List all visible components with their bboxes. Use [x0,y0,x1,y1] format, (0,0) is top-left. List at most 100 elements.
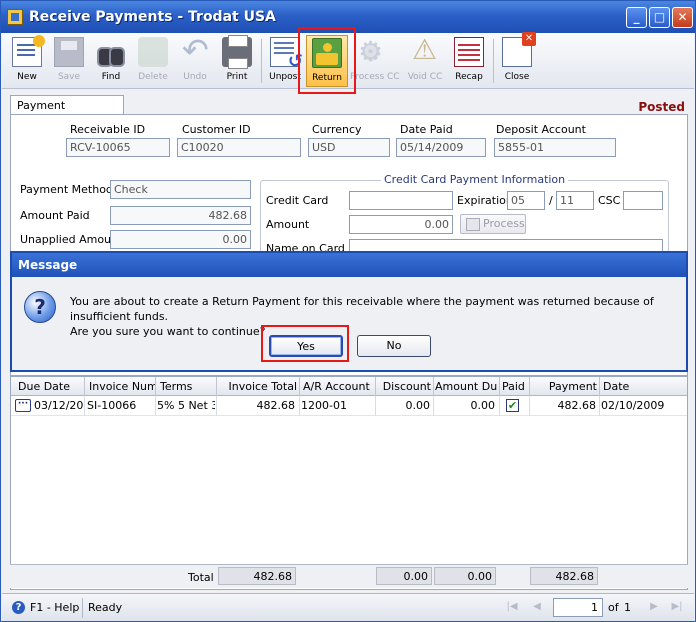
customer-id-label: Customer ID [182,123,251,136]
csc-field[interactable] [623,191,663,210]
row-grid-line [433,396,434,416]
undo-arrow-icon [180,31,210,69]
unapplied-amount-field[interactable]: 0.00 [110,230,251,249]
prev-page-icon[interactable]: ◀ [530,600,544,614]
expiration-separator: / [549,194,553,207]
credit-card-field[interactable] [349,191,453,210]
currency-label: Currency [312,123,362,136]
receivable-id-label: Receivable ID [70,123,146,136]
date-paid-field[interactable]: 05/14/2009 [396,138,486,157]
row-grid-line [299,396,300,416]
status-badge: Posted [638,100,685,114]
expiration-month-field[interactable]: 05 [507,191,545,210]
paid-checkbox[interactable]: ✔ [506,399,519,412]
col-ar-account[interactable]: A/R Account [303,380,373,393]
toolbar-separator [261,39,262,83]
col-paid[interactable]: Paid [502,380,526,393]
print-button[interactable]: Print [216,35,258,87]
row-grid-line [529,396,530,416]
message-dialog: Message ? You are about to create a Retu… [10,251,688,372]
col-separator [375,377,376,396]
new-document-icon [12,35,45,67]
cell-amount-due: 0.00 [470,399,496,412]
printer-icon [222,35,252,69]
last-page-icon[interactable]: ▶| [670,600,684,614]
close-window-button[interactable]: ✕ [672,7,693,28]
payment-method-field[interactable]: Check [110,180,251,199]
of-label: of [608,601,619,614]
receive-payments-window: Receive Payments - Trodat USA _ □ ✕ New … [0,0,696,622]
row-grid-line [216,396,217,416]
row-grid-line [375,396,376,416]
col-due-date[interactable]: Due Date [18,380,82,393]
customer-id-field[interactable]: C10020 [177,138,301,157]
cell-date: 02/10/2009 [601,399,665,412]
csc-label: CSC [598,194,621,207]
receivable-id-field[interactable]: RCV-10065 [66,138,170,157]
table-row[interactable]: ··· 03/12/200 SI-10066 5% 5 Net 3( 482.6… [11,396,687,416]
undo-button[interactable]: Undo [174,31,216,87]
grid-header: Due Date Invoice Numb Terms Invoice Tota… [11,377,687,396]
total-payment: 482.68 [530,567,598,585]
dialog-title[interactable]: Message [12,253,686,277]
save-button[interactable]: Save [48,35,90,87]
dialog-message-line1: You are about to create a Return Payment… [70,295,654,323]
maximize-button[interactable]: □ [649,7,670,28]
highlight-return-button [298,27,356,94]
currency-field[interactable]: USD [308,138,390,157]
deposit-account-field[interactable]: 5855-01 [494,138,616,157]
void-cc-warning-icon [410,33,440,67]
totals-row: Total 482.68 0.00 0.00 482.68 [10,564,688,588]
next-page-icon[interactable]: ▶ [647,600,661,614]
no-button[interactable]: No [357,335,431,357]
date-paid-label: Date Paid [400,123,453,136]
cc-amount-field[interactable]: 0.00 [349,215,453,234]
page-number-input[interactable]: 1 [553,598,603,617]
tab-payment-information[interactable]: Payment Information [10,95,124,125]
highlight-yes-button [261,325,349,362]
cell-discount: 0.00 [405,399,431,412]
total-discount: 0.00 [376,567,432,585]
cell-payment: 482.68 [557,399,597,412]
credit-card-group-title: Credit Card Payment Information [381,173,569,186]
col-terms[interactable]: Terms [160,380,214,393]
process-button[interactable]: Process [460,214,526,234]
recap-button[interactable]: Recap [448,35,490,87]
page-count: 1 [624,601,631,614]
cell-ar-account: 1200-01 [301,399,347,412]
total-label: Total [188,571,214,584]
col-date[interactable]: Date [603,380,673,393]
cell-due-date: 03/12/200 [34,399,84,412]
col-invoice-total[interactable]: Invoice Total [221,380,297,393]
help-text[interactable]: F1 - Help [30,601,79,614]
recap-report-icon [454,37,484,67]
col-discount[interactable]: Discount [377,380,431,393]
process-cc-button[interactable]: Process CC [350,35,400,87]
process-cc-gear-icon [356,35,386,68]
total-amount-due: 0.00 [434,567,496,585]
amount-paid-field[interactable]: 482.68 [110,206,251,225]
help-icon[interactable]: ? [12,601,25,614]
col-separator [499,377,500,396]
close-button[interactable]: Close [496,32,538,87]
minimize-button[interactable]: _ [626,7,647,28]
delete-button[interactable]: Delete [132,35,174,87]
window-title: Receive Payments - Trodat USA [29,9,276,25]
cell-invoice-number: SI-10066 [87,399,137,412]
col-invoice-number[interactable]: Invoice Numb [89,380,155,393]
new-button[interactable]: New [6,35,48,87]
expiration-label: Expiration [457,194,513,207]
amount-paid-label: Amount Paid [20,209,90,222]
col-payment[interactable]: Payment [531,380,597,393]
save-disk-icon [54,37,84,67]
status-bar: ? F1 - Help Ready |◀ ◀ 1 of 1 ▶ ▶| [2,593,694,621]
void-cc-button[interactable]: Void CC [404,33,446,87]
row-detail-button[interactable]: ··· [15,399,31,412]
first-page-icon[interactable]: |◀ [505,600,519,614]
col-separator [216,377,217,396]
cc-amount-label: Amount [266,218,310,231]
find-button[interactable]: Find [90,35,132,87]
expiration-year-field[interactable]: 11 [556,191,594,210]
toolbar-separator [493,39,494,83]
col-amount-due[interactable]: Amount Due [435,380,497,393]
